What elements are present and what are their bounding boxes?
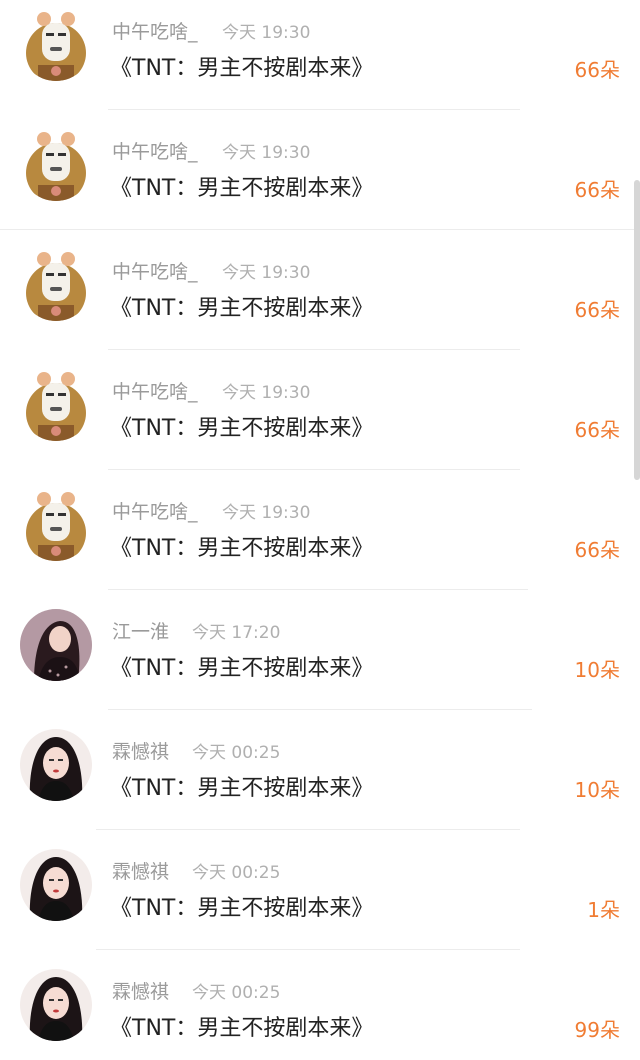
work-title[interactable]: 《TNT：男主不按剧本来》	[110, 775, 373, 803]
list-item[interactable]: 中午吃啥_ 今天 19:30 《TNT：男主不按剧本来》 66朵	[0, 360, 640, 480]
timestamp: 今天 19:30	[222, 263, 311, 283]
timestamp: 今天 19:30	[222, 383, 311, 403]
user-name[interactable]: 江一淮	[112, 620, 169, 644]
avatar[interactable]	[20, 249, 92, 321]
timestamp: 今天 00:25	[192, 863, 281, 883]
gift-amount: 66朵	[574, 298, 620, 322]
avatar[interactable]	[20, 729, 92, 801]
work-title[interactable]: 《TNT：男主不按剧本来》	[110, 415, 373, 443]
divider	[96, 949, 520, 950]
gift-amount: 66朵	[574, 58, 620, 82]
work-title[interactable]: 《TNT：男主不按剧本来》	[110, 1015, 373, 1043]
scrollbar-thumb[interactable]	[634, 180, 640, 480]
avatar[interactable]	[20, 969, 92, 1041]
divider	[108, 349, 520, 350]
user-name[interactable]: 霖憾祺	[112, 740, 169, 764]
work-title[interactable]: 《TNT：男主不按剧本来》	[110, 55, 373, 83]
gift-record-list[interactable]: 中午吃啥_ 今天 19:30 《TNT：男主不按剧本来》 66朵 中午吃啥_ 今…	[0, 0, 640, 1060]
timestamp: 今天 19:30	[222, 143, 311, 163]
work-title[interactable]: 《TNT：男主不按剧本来》	[110, 655, 373, 683]
gift-amount: 66朵	[574, 538, 620, 562]
list-item[interactable]: 中午吃啥_ 今天 19:30 《TNT：男主不按剧本来》 66朵	[0, 0, 640, 120]
divider	[108, 469, 520, 470]
divider	[108, 709, 532, 710]
girl-portrait-avatar-icon	[20, 849, 92, 921]
divider	[0, 229, 640, 230]
user-name[interactable]: 中午吃啥_	[112, 260, 198, 284]
gift-amount: 10朵	[574, 658, 620, 682]
meme-face-avatar-icon	[20, 9, 92, 81]
timestamp: 今天 17:20	[192, 623, 281, 643]
gift-amount: 99朵	[574, 1018, 620, 1042]
avatar[interactable]	[20, 369, 92, 441]
girl-portrait-avatar-icon	[20, 729, 92, 801]
list-item[interactable]: 中午吃啥_ 今天 19:30 《TNT：男主不按剧本来》 66朵	[0, 480, 640, 600]
divider	[108, 109, 520, 110]
user-name[interactable]: 中午吃啥_	[112, 380, 198, 404]
list-item[interactable]: 霖憾祺 今天 00:25 《TNT：男主不按剧本来》 10朵	[0, 720, 640, 840]
meme-face-avatar-icon	[20, 369, 92, 441]
work-title[interactable]: 《TNT：男主不按剧本来》	[110, 535, 373, 563]
user-name[interactable]: 霖憾祺	[112, 980, 169, 1004]
avatar[interactable]	[20, 489, 92, 561]
user-name[interactable]: 霖憾祺	[112, 860, 169, 884]
list-item[interactable]: 中午吃啥_ 今天 19:30 《TNT：男主不按剧本来》 66朵	[0, 120, 640, 240]
timestamp: 今天 00:25	[192, 743, 281, 763]
user-name[interactable]: 中午吃啥_	[112, 20, 198, 44]
list-item[interactable]: 霖憾祺 今天 00:25 《TNT：男主不按剧本来》 99朵	[0, 960, 640, 1060]
avatar[interactable]	[20, 129, 92, 201]
gift-amount: 1朵	[587, 898, 620, 922]
avatar[interactable]	[20, 849, 92, 921]
work-title[interactable]: 《TNT：男主不按剧本来》	[110, 895, 373, 923]
divider	[96, 829, 520, 830]
avatar[interactable]	[20, 9, 92, 81]
timestamp: 今天 19:30	[222, 23, 311, 43]
gift-amount: 66朵	[574, 418, 620, 442]
work-title[interactable]: 《TNT：男主不按剧本来》	[110, 175, 373, 203]
list-item[interactable]: 中午吃啥_ 今天 19:30 《TNT：男主不按剧本来》 66朵	[0, 240, 640, 360]
list-item[interactable]: 霖憾祺 今天 00:25 《TNT：男主不按剧本来》 1朵	[0, 840, 640, 960]
user-name[interactable]: 中午吃啥_	[112, 500, 198, 524]
avatar[interactable]	[20, 609, 92, 681]
gift-amount: 10朵	[574, 778, 620, 802]
timestamp: 今天 19:30	[222, 503, 311, 523]
timestamp: 今天 00:25	[192, 983, 281, 1003]
user-name[interactable]: 中午吃啥_	[112, 140, 198, 164]
divider	[108, 589, 528, 590]
girl-photo-avatar-icon	[20, 609, 92, 681]
meme-face-avatar-icon	[20, 129, 92, 201]
girl-portrait-avatar-icon	[20, 969, 92, 1041]
gift-amount: 66朵	[574, 178, 620, 202]
work-title[interactable]: 《TNT：男主不按剧本来》	[110, 295, 373, 323]
meme-face-avatar-icon	[20, 249, 92, 321]
list-item[interactable]: 江一淮 今天 17:20 《TNT：男主不按剧本来》 10朵	[0, 600, 640, 720]
meme-face-avatar-icon	[20, 489, 92, 561]
